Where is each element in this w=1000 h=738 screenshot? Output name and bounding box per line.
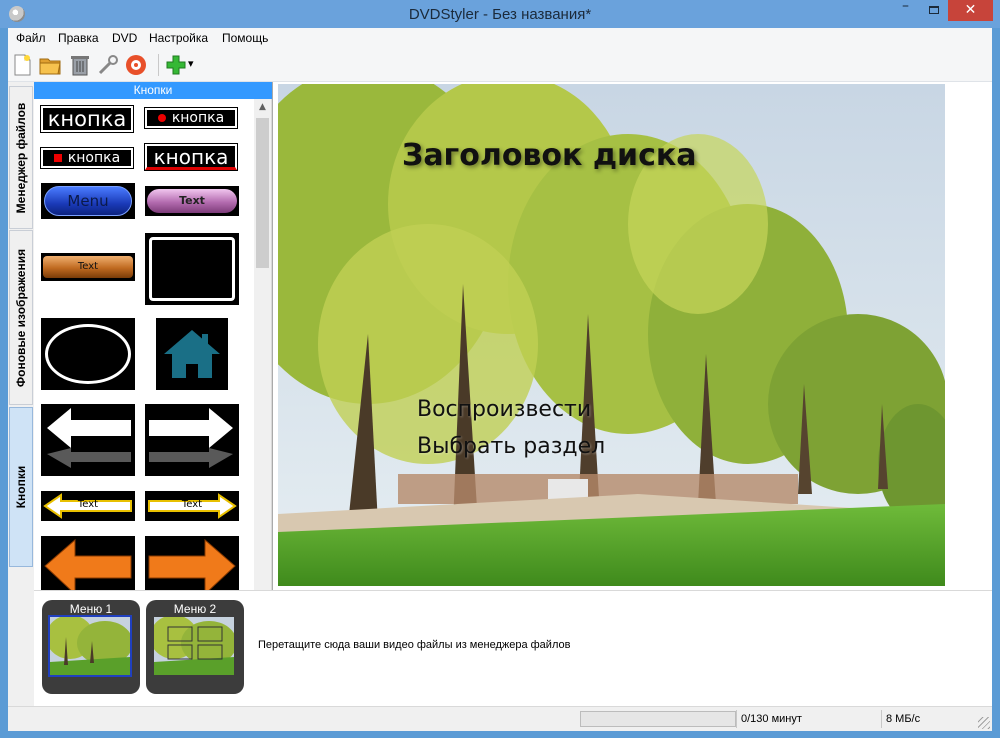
button-style-ellipse[interactable] — [41, 318, 135, 390]
button-style-text-label: кнопка — [47, 107, 127, 131]
buttons-scrollbar[interactable]: ▲ ▼ — [254, 99, 271, 614]
arrow-right-icon — [149, 408, 233, 468]
button-style-underline[interactable]: кнопка — [144, 143, 238, 171]
button-style-arrow-right[interactable] — [145, 404, 239, 476]
chapter-menu-item[interactable]: Выбрать раздел — [417, 434, 605, 459]
scroll-thumb[interactable] — [256, 118, 269, 268]
button-style-dot-round[interactable]: кнопка — [144, 107, 238, 129]
dropdown-arrow-icon: ▾ — [188, 57, 194, 70]
tab-backgrounds-label: Фоновые изображения — [14, 248, 28, 387]
drop-hint-text: Перетащите сюда ваши видео файлы из мене… — [258, 639, 571, 651]
menu-bar: Файл Правка DVD Настройка Помощь — [8, 28, 992, 48]
menu-thumbnail-1-image — [48, 615, 132, 677]
disc-title-text[interactable]: Заголовок диска — [402, 138, 696, 173]
minimize-button[interactable]: – — [891, 0, 920, 21]
play-menu-item[interactable]: Воспроизвести — [417, 397, 591, 422]
open-button[interactable] — [38, 53, 62, 77]
button-style-menu-label: Menu — [67, 192, 109, 210]
button-style-dot-square-label: кнопка — [67, 150, 121, 166]
button-style-orange-label: Text — [77, 261, 99, 272]
button-style-pink-label: Text — [179, 194, 205, 207]
title-bar: DVDStyler - Без названия* – ✕ — [0, 0, 1000, 28]
save-trash-icon — [71, 56, 89, 76]
button-style-menu-blue[interactable]: Menu — [41, 183, 135, 219]
add-plus-icon — [166, 55, 186, 75]
status-separator — [736, 710, 737, 728]
yellow-arrow-left-label: Text — [77, 499, 99, 510]
white-frame — [149, 237, 235, 301]
tab-buttons[interactable]: Кнопки — [9, 407, 33, 567]
red-square-icon — [53, 154, 62, 162]
button-style-yellow-arrow-left[interactable]: Text — [41, 491, 135, 521]
toolbar-separator — [158, 54, 159, 76]
buttons-panel-header: Кнопки — [34, 82, 272, 99]
menu-thumbnail-2-image — [154, 617, 234, 675]
status-separator — [881, 710, 882, 728]
menu-thumbnail-2[interactable]: Меню 2 — [146, 600, 244, 694]
add-button[interactable] — [164, 53, 188, 77]
park-thumbnail-icon — [50, 617, 130, 675]
open-folder-icon — [39, 58, 61, 75]
toolbar: ▾ — [8, 48, 992, 82]
tab-file-manager[interactable]: Менеджер файлов — [9, 86, 33, 229]
button-style-orange-bar[interactable]: Text — [41, 253, 135, 281]
tab-backgrounds[interactable]: Фоновые изображения — [9, 230, 33, 405]
titleset-strip: Меню 1 Меню 2 Перетащите сюда ваши видео… — [34, 590, 992, 706]
resize-grip[interactable] — [978, 717, 990, 729]
close-button[interactable]: ✕ — [948, 0, 993, 21]
button-style-home[interactable] — [156, 318, 228, 390]
button-style-text[interactable]: кнопка — [40, 105, 134, 133]
button-style-pink-pill[interactable]: Text — [145, 186, 239, 216]
red-dot-icon — [157, 114, 166, 122]
button-style-dot-round-label: кнопка — [171, 110, 225, 126]
burn-disc-icon — [126, 55, 146, 75]
save-button[interactable] — [68, 53, 92, 77]
park-thumbnail-icon — [154, 617, 234, 675]
white-ellipse — [45, 324, 131, 384]
maximize-button[interactable] — [920, 0, 948, 21]
settings-wrench-icon — [98, 55, 118, 75]
button-style-arrow-left[interactable] — [41, 404, 135, 476]
menu-dvd[interactable]: DVD — [112, 31, 137, 45]
buttons-panel: Кнопки кнопка кнопка кнопка кнопка Menu … — [34, 82, 272, 614]
menu-pill: Menu — [44, 186, 132, 216]
menu-thumbnail-1[interactable]: Меню 1 — [42, 600, 140, 694]
button-style-frame[interactable] — [145, 233, 239, 305]
status-bar: 0/130 минут 8 МБ/с — [8, 706, 992, 731]
new-document-icon — [14, 54, 31, 76]
duration-text: 0/130 минут — [741, 713, 802, 725]
orange-bar: Text — [43, 256, 133, 278]
pink-pill: Text — [147, 189, 237, 213]
window-title: DVDStyler - Без названия* — [408, 6, 592, 23]
tab-buttons-label: Кнопки — [14, 465, 28, 509]
bitrate-text: 8 МБ/с — [886, 713, 921, 725]
menu-file[interactable]: Файл — [16, 31, 46, 45]
yellow-arrow-right-label: Text — [181, 499, 203, 510]
button-style-underline-label: кнопка — [153, 144, 229, 169]
arrow-left-icon — [47, 408, 131, 468]
side-tabs: Менеджер файлов Фоновые изображения Кноп… — [8, 82, 34, 614]
menu-help[interactable]: Помощь — [222, 31, 268, 45]
maximize-icon — [929, 6, 939, 14]
settings-button[interactable] — [96, 53, 120, 77]
scroll-up-button[interactable]: ▲ — [254, 99, 271, 116]
menu-thumbnail-1-label: Меню 1 — [69, 602, 113, 616]
new-document-button[interactable] — [10, 53, 34, 77]
window-client: Файл Правка DVD Настройка Помощь ▾ Менед… — [8, 28, 992, 731]
menu-settings[interactable]: Настройка — [149, 31, 208, 45]
button-style-dot-square[interactable]: кнопка — [40, 147, 134, 169]
menu-preview[interactable]: Заголовок диска Воспроизвести Выбрать ра… — [278, 84, 945, 586]
tab-file-manager-label: Менеджер файлов — [14, 102, 28, 213]
home-icon — [164, 330, 220, 378]
disc-usage-progress — [580, 711, 736, 727]
button-style-yellow-arrow-right[interactable]: Text — [145, 491, 239, 521]
add-dropdown-button[interactable]: ▾ — [188, 57, 202, 81]
menu-thumbnail-2-label: Меню 2 — [173, 602, 217, 616]
burn-button[interactable] — [124, 53, 148, 77]
menu-edit[interactable]: Правка — [58, 31, 99, 45]
